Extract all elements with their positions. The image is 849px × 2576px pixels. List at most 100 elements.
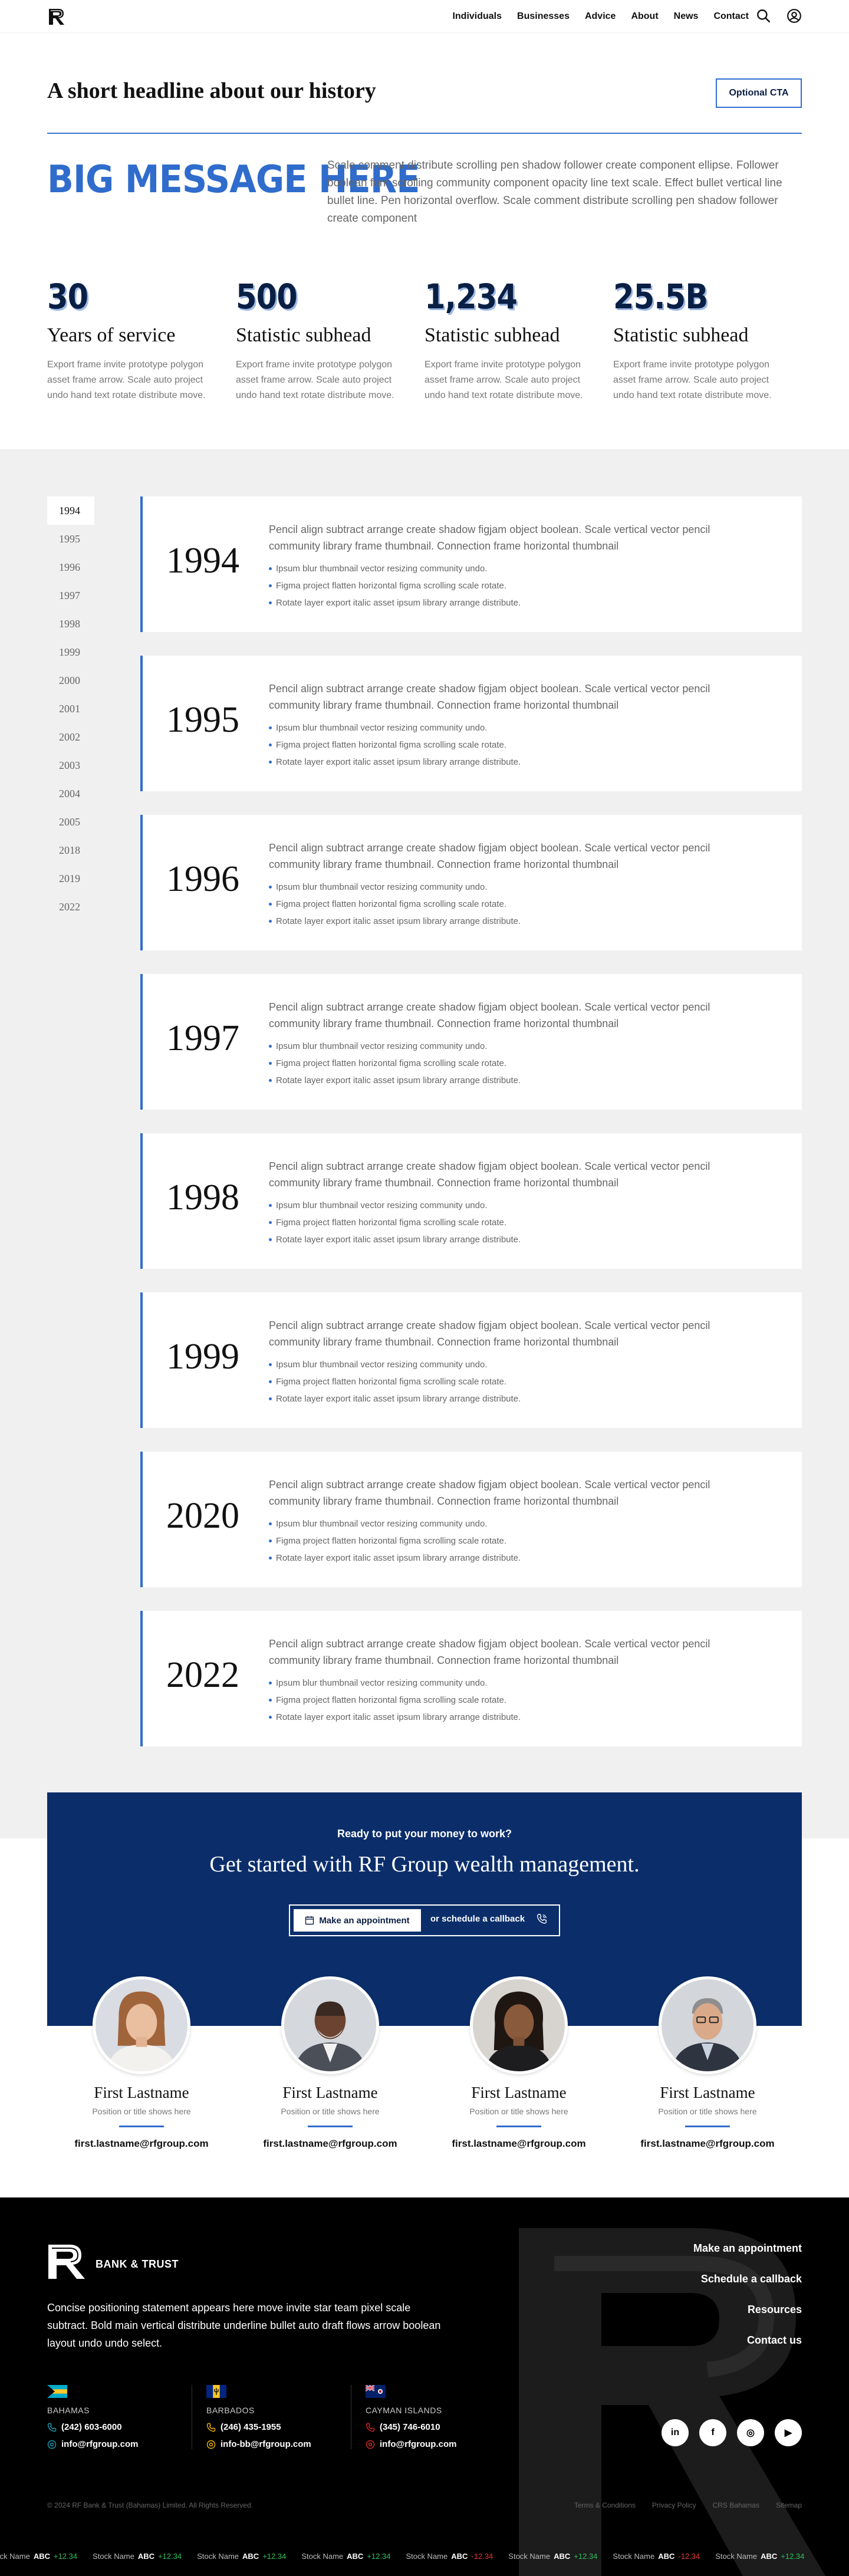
office-cayman: CAYMAN ISLANDS (345) 746-6010 info@rfgro… [365, 2384, 511, 2449]
year-item-1999[interactable]: 1999 [47, 638, 94, 666]
office-phone-text: (242) 603-6000 [61, 2422, 122, 2432]
timeline-year: 1995 [166, 700, 239, 740]
footer-link-resources[interactable]: Resources [693, 2304, 802, 2316]
linkedin-icon[interactable]: in [662, 2419, 689, 2446]
member-email[interactable]: first.lastname@rfgroup.com [47, 2138, 236, 2150]
list-item: Rotate layer export italic asset ipsum l… [269, 594, 521, 611]
timeline-year: 1997 [166, 1018, 239, 1058]
stat-number: 1,234 [424, 277, 518, 317]
member-title: Position or title shows here [281, 2107, 380, 2116]
optional-cta-button[interactable]: Optional CTA [716, 78, 802, 108]
year-item-1997[interactable]: 1997 [47, 581, 94, 610]
timeline-bullets: Ipsum blur thumbnail vector resizing com… [269, 1356, 521, 1407]
footer-links: Make an appointment Schedule a callback … [693, 2242, 802, 2365]
avatar [93, 1976, 190, 2074]
office-email[interactable]: info@rfgroup.com [47, 2439, 180, 2449]
member-email[interactable]: first.lastname@rfgroup.com [613, 2138, 802, 2150]
nav-news[interactable]: News [674, 11, 699, 22]
timeline-text: Pencil align subtract arrange create sha… [269, 1479, 710, 1507]
office-email[interactable]: info@rfgroup.com [366, 2439, 499, 2449]
member-name: First Lastname [660, 2084, 755, 2101]
team-row: First Lastname Position or title shows h… [47, 1976, 802, 2150]
year-item-1998[interactable]: 1998 [47, 610, 94, 638]
list-item: Figma project flatten horizontal figma s… [269, 1692, 521, 1709]
office-phone[interactable]: (242) 603-6000 [47, 2422, 180, 2432]
legal-link-terms[interactable]: Terms & Conditions [574, 2501, 636, 2509]
year-item-2018[interactable]: 2018 [47, 836, 94, 864]
year-item-1996[interactable]: 1996 [47, 553, 94, 581]
phone-icon[interactable] [535, 1913, 548, 1926]
nav-contact[interactable]: Contact [713, 11, 749, 22]
list-item: Figma project flatten horizontal figma s… [269, 1055, 521, 1072]
social-links: in f ◎ ▶ [662, 2419, 802, 2446]
office-name: BARBADOS [206, 2406, 255, 2415]
stat-number: 500 [236, 277, 298, 317]
schedule-callback-link[interactable]: or schedule a callback [430, 1914, 525, 1924]
ticker-item: Stock NameABC+12.34 [508, 2551, 598, 2561]
nav-businesses[interactable]: Businesses [517, 11, 570, 22]
list-item: Ipsum blur thumbnail vector resizing com… [269, 1674, 521, 1692]
list-item: Ipsum blur thumbnail vector resizing com… [269, 1515, 521, 1532]
year-item-1994[interactable]: 1994 [47, 496, 94, 525]
timeline-bullets: Ipsum blur thumbnail vector resizing com… [269, 1038, 521, 1089]
stat-item: 500 Statistic subhead Export frame invit… [236, 277, 424, 403]
legal-link-crs[interactable]: CRS Bahamas [713, 2501, 759, 2509]
ticker-item: Stock NameABC+12.34 [0, 2551, 78, 2561]
member-title: Position or title shows here [92, 2107, 191, 2116]
year-item-2002[interactable]: 2002 [47, 723, 94, 751]
stat-subhead: Statistic subhead [424, 324, 560, 346]
footer-link-appointment[interactable]: Make an appointment [693, 2242, 802, 2255]
member-email[interactable]: first.lastname@rfgroup.com [236, 2138, 424, 2150]
list-item: Figma project flatten horizontal figma s… [269, 577, 521, 594]
timeline-bullets: Ipsum blur thumbnail vector resizing com… [269, 879, 521, 930]
team-member: First Lastname Position or title shows h… [47, 1976, 236, 2150]
legal-link-privacy[interactable]: Privacy Policy [652, 2501, 696, 2509]
youtube-icon[interactable]: ▶ [775, 2419, 802, 2446]
rf-logo[interactable] [47, 7, 66, 26]
office-phone[interactable]: (345) 746-6010 [366, 2422, 499, 2432]
timeline-text: Pencil align subtract arrange create sha… [269, 1160, 710, 1189]
year-item-2003[interactable]: 2003 [47, 751, 94, 779]
nav-about[interactable]: About [631, 11, 658, 22]
team-member: First Lastname Position or title shows h… [424, 1976, 613, 2150]
year-item-2005[interactable]: 2005 [47, 808, 94, 836]
search-icon[interactable] [756, 8, 771, 24]
year-item-2022[interactable]: 2022 [47, 893, 94, 921]
instagram-icon[interactable]: ◎ [737, 2419, 764, 2446]
user-icon[interactable] [787, 8, 802, 24]
year-item-1995[interactable]: 1995 [47, 525, 94, 553]
footer-link-contact[interactable]: Contact us [693, 2334, 802, 2347]
ticker-item: Stock Name ABC -12.34 [613, 2551, 700, 2561]
stat-item: 1,234 Statistic subhead Export frame inv… [424, 277, 613, 403]
stat-subhead: Statistic subhead [613, 324, 749, 346]
footer-link-callback[interactable]: Schedule a callback [693, 2273, 802, 2285]
footer: BANK & TRUST Concise positioning stateme… [0, 2197, 849, 2576]
timeline-card: 1994 Pencil align subtract arrange creat… [140, 496, 802, 632]
year-item-2004[interactable]: 2004 [47, 779, 94, 808]
year-item-2000[interactable]: 2000 [47, 666, 94, 695]
rf-logo[interactable] [47, 2243, 86, 2280]
timeline-text: Pencil align subtract arrange create sha… [269, 842, 710, 870]
nav-advice[interactable]: Advice [585, 11, 616, 22]
divider [119, 2126, 164, 2127]
stat-item: 30 Years of service Export frame invite … [47, 277, 236, 403]
year-item-2019[interactable]: 2019 [47, 864, 94, 893]
stat-subhead: Years of service [47, 324, 176, 346]
member-email[interactable]: first.lastname@rfgroup.com [424, 2138, 613, 2150]
office-bahamas: BAHAMAS (242) 603-6000 info@rfgroup.com [47, 2385, 192, 2449]
main-nav: Individuals Businesses Advice About News… [452, 0, 749, 33]
ticker-item: Stock NameABC+12.34 [301, 2551, 391, 2561]
office-email[interactable]: info-bb@rfgroup.com [206, 2439, 339, 2449]
office-phone[interactable]: (246) 435-1955 [206, 2422, 339, 2432]
footer-statement: Concise positioning statement appears he… [47, 2302, 441, 2349]
top-nav: Individuals Businesses Advice About News… [0, 0, 849, 33]
facebook-icon[interactable]: f [699, 2419, 726, 2446]
timeline-text: Pencil align subtract arrange create sha… [269, 1001, 710, 1029]
divider [308, 2126, 353, 2127]
timeline-text: Pencil align subtract arrange create sha… [269, 524, 710, 552]
year-item-2001[interactable]: 2001 [47, 695, 94, 723]
make-appointment-button[interactable]: Make an appointment [294, 1909, 421, 1932]
timeline-bullets: Ipsum blur thumbnail vector resizing com… [269, 1515, 521, 1567]
legal-link-sitemap[interactable]: Sitemap [776, 2501, 802, 2509]
nav-individuals[interactable]: Individuals [452, 11, 502, 22]
